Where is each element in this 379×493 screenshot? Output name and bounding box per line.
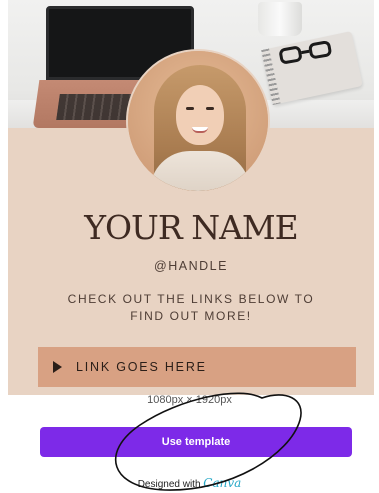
designed-with-footer: Designed with Canva (0, 476, 379, 490)
link-label: LINK GOES HERE (76, 360, 207, 374)
canva-logo[interactable]: Canva (203, 476, 241, 490)
play-triangle-icon (53, 361, 62, 373)
handle-text: @HANDLE (154, 259, 228, 273)
name-heading: YOUR NAME (84, 208, 299, 247)
cta-line-2: FIND OUT MORE! (130, 309, 252, 323)
cta-line-1: CHECK OUT THE LINKS BELOW TO (67, 292, 315, 306)
use-template-button[interactable]: Use template (40, 427, 352, 457)
template-preview-card: YOUR NAME @HANDLE CHECK OUT THE LINKS BE… (8, 0, 374, 395)
link-bar: LINK GOES HERE (38, 347, 356, 387)
cup-image (258, 2, 302, 36)
call-to-action-text: CHECK OUT THE LINKS BELOW TO FIND OUT MO… (48, 291, 334, 325)
profile-photo (126, 49, 270, 193)
designed-with-text: Designed with (137, 479, 201, 490)
template-dimensions: 1080px × 1920px (147, 394, 232, 406)
